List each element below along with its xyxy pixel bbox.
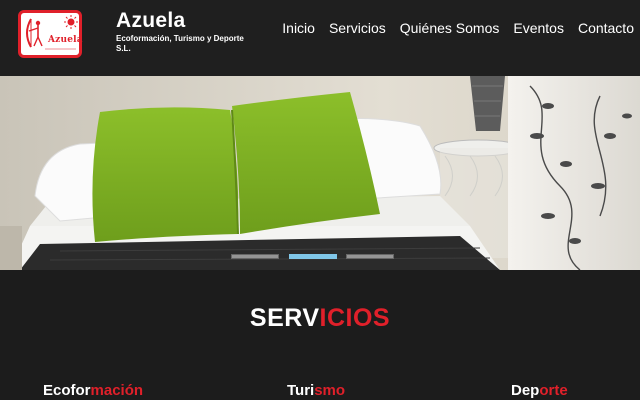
brand-subtitle: Ecoformación, Turismo y Deporte S.L.: [116, 34, 244, 53]
nav-item-quienes-somos[interactable]: Quiénes Somos: [400, 20, 500, 36]
service-turismo-title[interactable]: Turismo: [287, 382, 345, 399]
nav-item-eventos[interactable]: Eventos: [513, 20, 564, 36]
services-heading-part1: SERV: [249, 304, 320, 332]
carousel-indicator-3[interactable]: [346, 254, 394, 259]
services-heading: SERVICIOS: [0, 304, 640, 333]
site-logo[interactable]: Azuela: [18, 10, 83, 58]
brand-title[interactable]: Azuela: [116, 9, 186, 33]
service-title-part1: Turi: [287, 382, 315, 399]
logo-wordmark: Azuela: [48, 35, 83, 45]
services-heading-part2: ICIOS: [319, 304, 391, 332]
carousel-indicators: [0, 254, 640, 260]
hero-bedroom-image: [0, 76, 640, 270]
nav-item-inicio[interactable]: Inicio: [282, 20, 315, 36]
carousel-indicator-1[interactable]: [231, 254, 279, 259]
archer-logo-icon: [26, 15, 78, 50]
main-nav: Inicio Servicios Quiénes Somos Eventos C…: [282, 20, 634, 36]
service-title-part1: Dep: [511, 382, 540, 399]
service-deporte-title[interactable]: Deporte: [511, 382, 568, 399]
service-title-part2: mación: [90, 382, 144, 399]
service-title-part1: Ecofor: [43, 382, 91, 399]
nav-item-servicios[interactable]: Servicios: [329, 20, 386, 36]
service-ecoformacion-title[interactable]: Ecoformación: [43, 382, 143, 399]
site-header: Azuela Azuela Ecoformación, Turismo y De…: [0, 0, 640, 76]
hero-carousel[interactable]: [0, 76, 640, 270]
carousel-indicator-2[interactable]: [289, 254, 337, 259]
service-title-part2: smo: [314, 382, 346, 399]
service-title-part2: orte: [539, 382, 568, 399]
nav-item-contacto[interactable]: Contacto: [578, 20, 634, 36]
